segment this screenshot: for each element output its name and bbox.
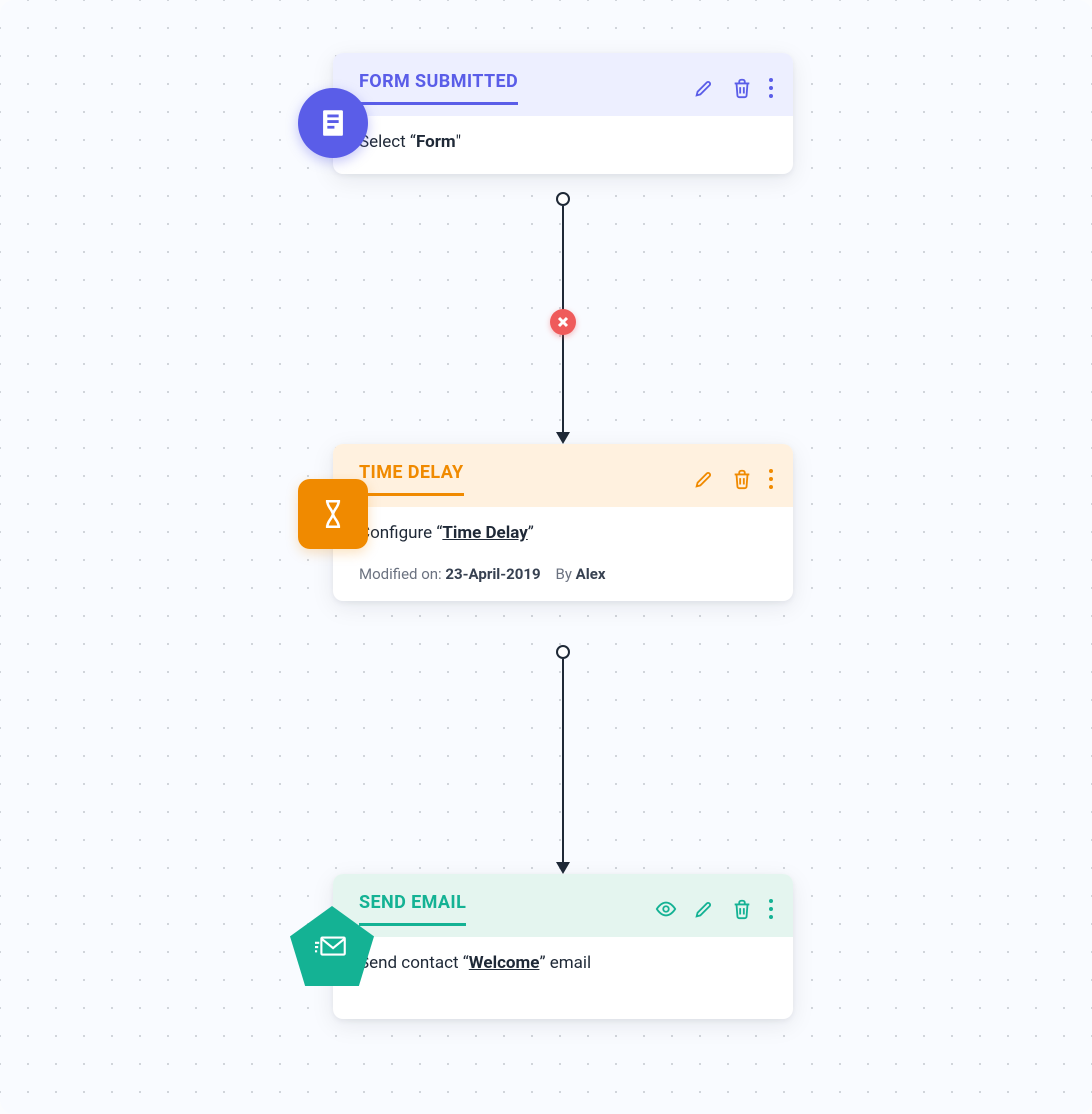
node-form-submitted[interactable]: FORM SUBMITTED Select “Form" xyxy=(333,53,793,174)
form-icon xyxy=(316,106,350,140)
delete-button[interactable] xyxy=(731,898,753,920)
body-prefix: Send contact “ xyxy=(359,953,469,973)
body-prefix: Configure “ xyxy=(359,523,442,543)
node-meta: Modified on: 23-April-2019 By Alex xyxy=(333,565,793,601)
node-email-icon-badge xyxy=(290,906,374,986)
preview-button[interactable] xyxy=(655,898,677,920)
connector-start-node[interactable] xyxy=(556,645,570,659)
body-suffix: ” email xyxy=(539,953,591,973)
node-time-delay[interactable]: TIME DELAY Configure “Time Delay” Modifi… xyxy=(333,444,793,601)
node-body: Select “Form" xyxy=(333,116,793,174)
node-body: Configure “Time Delay” xyxy=(333,507,793,565)
node-send-email[interactable]: SEND EMAIL Send contact “Welcome” email xyxy=(333,874,793,1019)
body-suffix: ” xyxy=(528,523,534,543)
body-highlight: Time Delay xyxy=(442,523,527,543)
node-title: TIME DELAY xyxy=(359,462,464,496)
eye-icon xyxy=(655,898,677,920)
hourglass-icon xyxy=(316,497,350,531)
connector-start-node[interactable] xyxy=(556,192,570,206)
meta-by-value: Alex xyxy=(576,565,606,583)
trash-icon xyxy=(731,468,753,490)
node-title: SEND EMAIL xyxy=(359,892,466,926)
body-highlight: Form xyxy=(416,132,456,152)
delete-button[interactable] xyxy=(731,468,753,490)
body-highlight: Welcome xyxy=(469,953,540,973)
body-suffix: " xyxy=(456,132,461,152)
more-menu-button[interactable] xyxy=(769,899,773,919)
delete-connector-button[interactable] xyxy=(550,309,576,335)
more-menu-button[interactable] xyxy=(769,469,773,489)
body-prefix: Select “ xyxy=(359,132,416,152)
pencil-icon xyxy=(693,77,715,99)
pencil-icon xyxy=(693,898,715,920)
workflow-canvas[interactable]: FORM SUBMITTED Select “Form" xyxy=(0,0,1092,1114)
trash-icon xyxy=(731,77,753,99)
trash-icon xyxy=(731,898,753,920)
meta-by-label: By xyxy=(555,565,571,583)
meta-modified-label: Modified on: xyxy=(359,565,442,583)
connector-arrowhead xyxy=(556,862,570,874)
connector-arrowhead xyxy=(556,432,570,444)
delete-button[interactable] xyxy=(731,77,753,99)
connector-line xyxy=(562,659,564,863)
edit-button[interactable] xyxy=(693,468,715,490)
more-menu-button[interactable] xyxy=(769,78,773,98)
node-body: Send contact “Welcome” email xyxy=(333,937,793,1019)
envelope-icon xyxy=(315,929,349,963)
close-icon xyxy=(557,316,569,328)
node-form-icon-badge xyxy=(298,88,368,158)
meta-modified-value: 23-April-2019 xyxy=(445,565,540,583)
node-title: FORM SUBMITTED xyxy=(359,71,518,105)
node-delay-icon-badge xyxy=(298,479,368,549)
edit-button[interactable] xyxy=(693,898,715,920)
pencil-icon xyxy=(693,468,715,490)
edit-button[interactable] xyxy=(693,77,715,99)
